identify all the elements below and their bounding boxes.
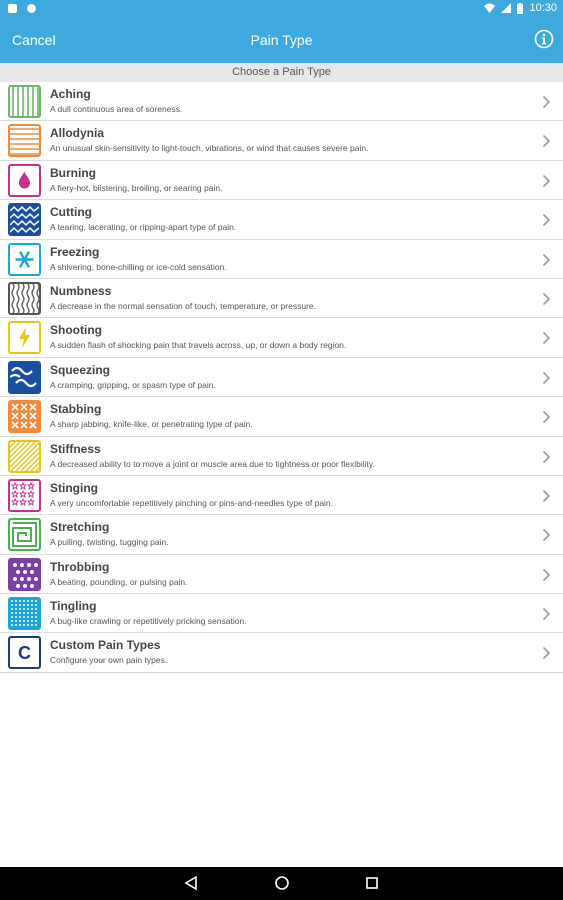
pain-type-description: An unusual skin-sensitivity to light-tou… — [50, 143, 369, 154]
pain-type-description: A shivering, bone-chilling or ice-cold s… — [50, 261, 227, 272]
notification-icon — [27, 4, 36, 13]
pain-type-description: A pulling, twisting, tugging pain. — [50, 537, 169, 548]
pain-type-description: A decreased ability to to move a joint o… — [50, 458, 375, 469]
circles-pattern-icon — [8, 557, 41, 591]
list-item[interactable]: C Custom Pain Types Configure your own pai… — [0, 633, 563, 673]
pain-type-name: Stiffness — [50, 441, 101, 456]
flame-icon — [8, 163, 41, 197]
pain-type-description: A tearing, lacerating, or ripping-apart … — [50, 222, 237, 233]
list-item[interactable]: Allodynia An unusual skin-sensitivity to … — [0, 121, 563, 161]
recents-icon[interactable] — [365, 875, 379, 891]
list-item[interactable]: Tingling A bug-like crawling or repetitiv… — [0, 594, 563, 634]
chevron-right-icon — [542, 489, 551, 502]
signal-icon — [501, 3, 512, 13]
list-item[interactable]: Burning A fiery-hot, blistering, broiling… — [0, 161, 563, 201]
chevron-right-icon — [542, 450, 551, 463]
notification-icon — [8, 4, 17, 13]
chevron-right-icon — [542, 371, 551, 384]
diagonal-lines-pattern-icon — [8, 439, 41, 473]
maze-pattern-icon — [8, 518, 41, 552]
vertical-lines-pattern-icon — [8, 85, 41, 118]
page-title: Pain Type — [250, 32, 313, 48]
pain-type-description: A sudden flash of shocking pain that tra… — [50, 340, 347, 351]
zigzag-pattern-icon — [8, 203, 41, 237]
chevron-right-icon — [542, 568, 551, 581]
pain-type-name: Stabbing — [50, 402, 102, 417]
snowflake-icon — [8, 242, 41, 276]
chevron-right-icon — [542, 214, 551, 227]
list-item[interactable]: Squeezing A cramping, gripping, or spasm … — [0, 358, 563, 398]
list-item[interactable]: Cutting A tearing, lacerating, or ripping… — [0, 200, 563, 240]
list-item[interactable]: Stiffness A decreased ability to to move … — [0, 437, 563, 476]
chevron-right-icon — [542, 608, 551, 621]
pain-type-description: A beating, pounding, or pulsing pain. — [50, 576, 188, 587]
pain-type-name: Shooting — [50, 323, 102, 338]
list-item[interactable]: Stabbing A sharp jabbing, knife-like, or … — [0, 397, 563, 437]
status-time: 10:30 — [529, 2, 557, 14]
pain-type-name: Aching — [50, 87, 91, 101]
pain-type-name: Freezing — [50, 244, 100, 259]
pain-type-name: Tingling — [50, 599, 97, 614]
chevron-right-icon — [542, 411, 551, 424]
info-icon[interactable] — [534, 29, 554, 49]
pain-type-description: A cramping, gripping, or spasm type of p… — [50, 379, 216, 390]
horizontal-lines-pattern-icon — [8, 124, 41, 158]
pain-type-name: Allodynia — [50, 126, 105, 141]
cross-pattern-icon — [8, 400, 41, 434]
wavy-lines-pattern-icon — [8, 281, 41, 315]
pain-type-description: A dull continuous area of soreness. — [50, 104, 183, 114]
status-bar: 10:30 — [0, 0, 563, 18]
chevron-right-icon — [542, 647, 551, 660]
pain-type-description: A sharp jabbing, knife-like, or penetrat… — [50, 419, 253, 430]
pain-type-name: Custom Pain Types — [50, 638, 161, 653]
list-item[interactable]: Numbness A decrease in the normal sensati… — [0, 279, 563, 319]
pain-type-description: Configure your own pain types. — [50, 655, 168, 666]
home-icon[interactable] — [274, 875, 290, 891]
pain-type-description: A very uncomfortable repetitively pinchi… — [50, 497, 334, 508]
letter-c-icon: C — [8, 636, 41, 670]
list-item[interactable]: Throbbing A beating, pounding, or pulsing… — [0, 555, 563, 595]
section-header: Choose a Pain Type — [0, 63, 563, 82]
back-icon[interactable] — [184, 875, 198, 891]
chevron-right-icon — [542, 174, 551, 187]
pain-type-description: A decrease in the normal sensation of to… — [50, 300, 317, 311]
list-item[interactable]: Freezing A shivering, bone-chilling or ic… — [0, 240, 563, 279]
chevron-right-icon — [542, 292, 551, 306]
pain-type-name: Stretching — [50, 520, 110, 535]
pain-type-name: Burning — [50, 165, 96, 180]
wave-pattern-icon — [8, 360, 41, 394]
list-item[interactable]: Aching A dull continuous area of soreness… — [0, 82, 563, 122]
chevron-right-icon — [542, 332, 551, 345]
navigation-bar — [0, 867, 563, 900]
battery-icon — [517, 2, 524, 14]
pain-type-description: A bug-like crawling or repetitively pric… — [50, 616, 247, 627]
list-item[interactable]: Stinging A very uncomfortable repetitivel… — [0, 476, 563, 516]
chevron-right-icon — [542, 95, 551, 109]
chevron-right-icon — [542, 135, 551, 148]
chevron-right-icon — [542, 529, 551, 542]
list-item[interactable]: Stretching A pulling, twisting, tugging p… — [0, 515, 563, 555]
wifi-icon — [484, 3, 496, 13]
chevron-right-icon — [542, 253, 551, 266]
app-bar: Cancel Pain Type — [0, 18, 563, 63]
lightning-bolt-icon — [8, 321, 41, 355]
dots-pattern-icon — [8, 597, 41, 631]
svg-text:C: C — [18, 643, 31, 663]
stars-pattern-icon — [8, 478, 41, 512]
pain-type-list: Aching A dull continuous area of soreness… — [0, 82, 563, 673]
pain-type-name: Throbbing — [50, 559, 110, 574]
pain-type-name: Cutting — [50, 205, 92, 220]
pain-type-description: A fiery-hot, blistering, broiling, or se… — [50, 182, 223, 193]
pain-type-name: Stinging — [50, 480, 98, 495]
pain-type-name: Numbness — [50, 283, 112, 298]
list-item[interactable]: Shooting A sudden flash of shocking pain … — [0, 318, 563, 358]
pain-type-name: Squeezing — [50, 362, 111, 377]
